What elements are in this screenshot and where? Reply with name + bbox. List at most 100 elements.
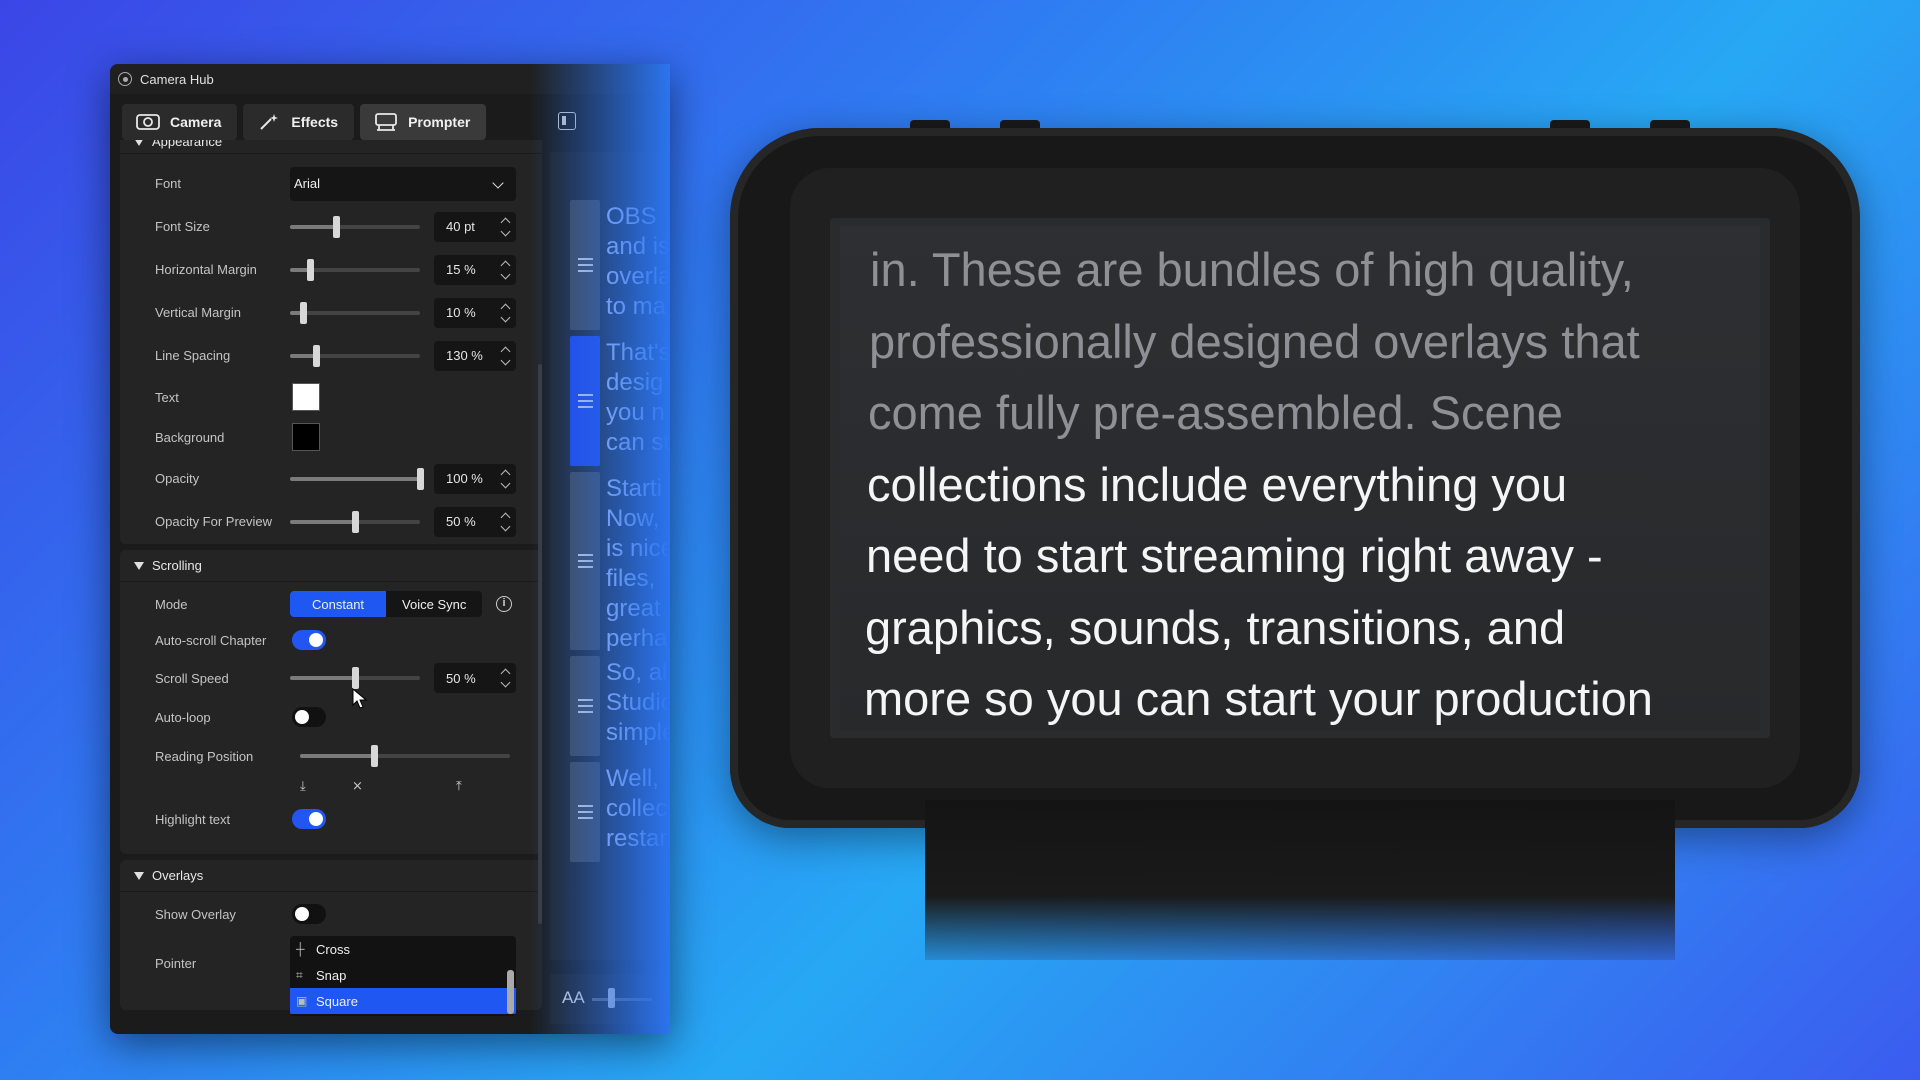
opacity-preview-input[interactable]: 50 % [434,506,516,537]
slider-thumb[interactable] [300,301,307,324]
app-logo-icon [118,72,132,86]
auto-scroll-toggle[interactable] [292,630,326,650]
chapter-text-line: Well, [606,765,659,792]
vertical-margin-slider[interactable] [290,301,420,324]
slider-thumb[interactable] [352,510,359,533]
scrolling-section: Scrolling Mode Constant Voice Sync i Aut… [120,550,542,854]
line-spacing-value: 130 % [446,348,483,363]
overlays-header[interactable]: Overlays [120,860,542,892]
slider-thumb[interactable] [608,988,615,1008]
pointer-option-snap[interactable]: ⌗ Snap [290,962,516,988]
spinner-icon[interactable] [500,301,512,325]
chapter-marker[interactable] [570,762,600,862]
pointer-label: Pointer [155,956,197,971]
chapter-icon [578,258,593,272]
pointer-option-cross[interactable]: ┼ Cross [290,936,516,962]
spinner-icon[interactable] [500,666,512,690]
spinner-icon[interactable] [500,258,512,282]
text-color-swatch[interactable] [292,383,320,411]
opacity-input[interactable]: 100 % [434,463,516,494]
chapter-marker[interactable] [570,336,600,466]
chapter-marker[interactable] [570,656,600,756]
chapter-marker[interactable] [570,472,600,650]
line-spacing-slider[interactable] [290,344,420,367]
mode-constant-button[interactable]: Constant [290,591,387,617]
mode-voice-sync-button[interactable]: Voice Sync [386,591,482,617]
opacity-label: Opacity [155,471,200,486]
background-color-swatch[interactable] [292,423,320,451]
font-dropdown[interactable]: Arial [290,166,516,201]
highlight-text-row: Highlight text [120,796,542,842]
align-center-icon[interactable]: ⨯ [352,778,363,794]
slider-thumb[interactable] [370,745,378,767]
expand-triangle-icon [134,140,144,146]
spinner-icon[interactable] [500,467,512,491]
slider-thumb[interactable] [306,258,314,281]
chapter-text-line: desig [606,369,664,396]
opacity-preview-slider[interactable] [290,510,420,533]
tab-effects[interactable]: Effects [243,104,355,140]
reading-position-slider[interactable] [300,745,510,767]
text-color-label: Text [155,389,179,405]
pointer-listbox[interactable]: ┼ Cross ⌗ Snap ▣ Square [290,936,516,1016]
auto-loop-label: Auto-loop [155,709,211,725]
align-bottom-icon[interactable]: ⤓ [300,778,306,794]
highlight-text-toggle[interactable] [292,809,326,829]
prompter-screen: in. These are bundles of high quality, pr… [840,226,1760,731]
font-size-input[interactable]: 40 pt [434,211,516,242]
appearance-header[interactable]: Appearance [120,140,542,154]
slider-thumb[interactable] [332,215,340,238]
slider-thumb[interactable] [417,467,424,490]
tab-prompter[interactable]: Prompter [360,104,487,140]
listbox-scrollbar[interactable] [507,970,514,1014]
auto-scroll-label: Auto-scroll Chapter [155,632,267,648]
prompter-upcoming-line: graphics, sounds, transitions, and [865,600,1566,654]
auto-loop-toggle[interactable] [292,707,326,727]
pointer-option-square[interactable]: ▣ Square [290,988,516,1014]
vertical-margin-row: Vertical Margin 10 % [120,291,542,334]
scrolling-header[interactable]: Scrolling [120,550,542,582]
scroll-speed-input[interactable]: 50 % [434,663,516,693]
chapter-icon [578,805,593,819]
chapter-text-line: can st [606,429,670,456]
tab-camera[interactable]: Camera [122,104,238,140]
chapter-text-line: overla [606,263,670,290]
spinner-icon[interactable] [500,215,512,239]
line-spacing-input[interactable]: 130 % [434,340,516,371]
chapter-marker[interactable] [570,200,600,330]
settings-panel: Appearance Font Arial Font Size 40 pt Ho… [120,140,542,1030]
align-top-icon[interactable]: ⤒ [456,778,462,794]
scroll-speed-label: Scroll Speed [155,670,229,686]
panel-scrollbar[interactable] [538,364,542,924]
show-overlay-toggle[interactable] [292,904,326,924]
chapter-text-line: Studio [606,689,670,716]
spinner-icon[interactable] [500,510,512,534]
pointer-row: Pointer ┼ Cross ⌗ Snap ▣ Square [120,936,542,1016]
slider-thumb[interactable] [352,667,359,689]
info-icon[interactable]: i [496,596,512,612]
reading-position-label: Reading Position [155,748,254,764]
horizontal-margin-slider[interactable] [290,258,420,281]
script-footer: AA [550,974,670,1024]
mode-segmented-control: Constant Voice Sync [290,591,483,617]
font-size-slider[interactable] [290,215,420,238]
scroll-speed-slider[interactable] [290,667,420,689]
font-value: Arial [294,176,321,191]
background-color-label: Background [155,429,225,445]
slider-thumb[interactable] [313,344,320,367]
horizontal-margin-value: 15 % [446,262,476,277]
vertical-margin-value: 10 % [446,305,476,320]
chapter-text-line: Now, [606,505,660,532]
vertical-margin-input[interactable]: 10 % [434,297,516,328]
horizontal-margin-input[interactable]: 15 % [434,254,516,285]
opacity-value: 100 % [446,471,483,486]
spinner-icon[interactable] [500,344,512,368]
chapter-text-line: OBS [606,203,657,230]
background-color-row: Background [120,417,542,457]
collapse-panel-icon[interactable] [558,112,576,130]
script-zoom-slider[interactable] [592,998,652,1001]
chapter-text-line: restar [606,825,668,852]
chapter-icon [578,394,593,408]
prompter-upcoming-line: need to start streaming right away - [866,529,1603,582]
opacity-slider[interactable] [290,467,424,490]
